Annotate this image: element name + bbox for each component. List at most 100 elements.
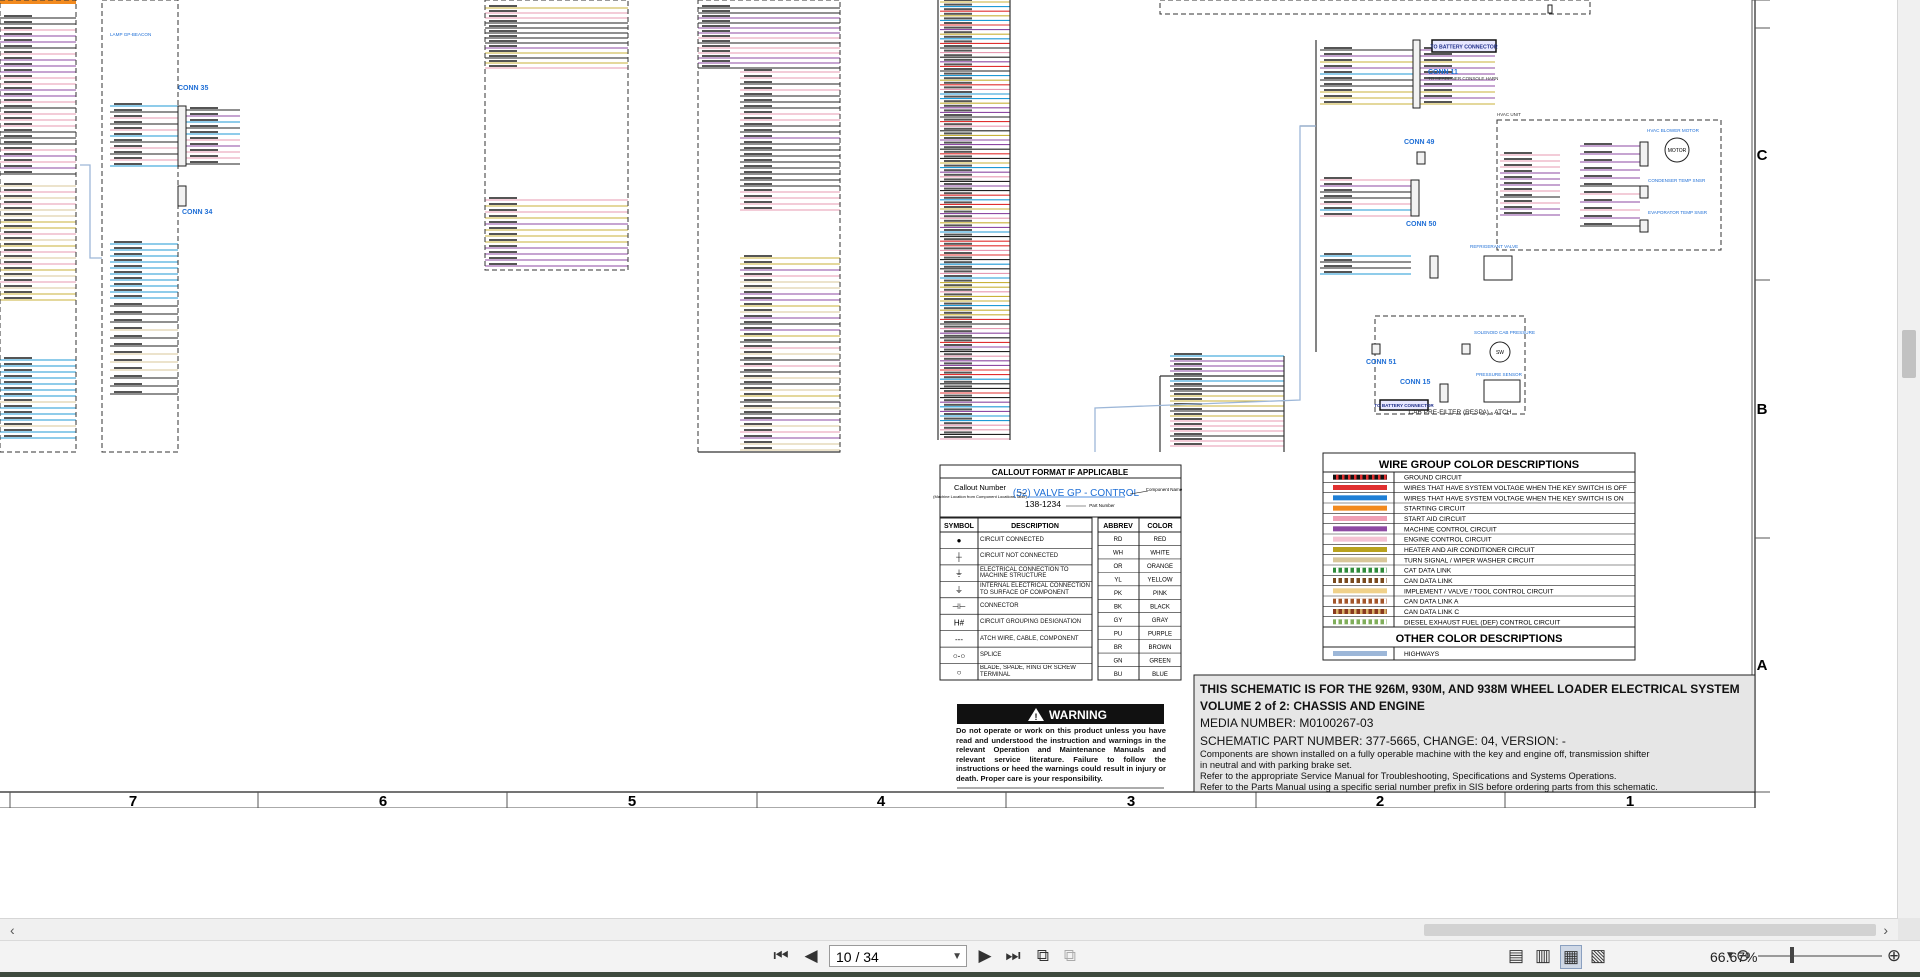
wire-color-label: STARTING CIRCUIT: [1404, 506, 1465, 513]
info-line-3: MEDIA NUMBER: M0100267-03: [1200, 716, 1374, 730]
wire-color-stripe: [1336, 567, 1339, 573]
wire-label: [1324, 95, 1352, 97]
wire-color-stripe: [1384, 619, 1387, 625]
page-dropdown-icon[interactable]: ▼: [952, 946, 962, 968]
wire-label: [190, 143, 218, 145]
wire-color-stripe: [1342, 619, 1345, 625]
info-line-4: SCHEMATIC PART NUMBER: 377-5665, CHANGE:…: [1200, 734, 1566, 748]
zoom-slider-knob[interactable]: [1790, 947, 1794, 963]
first-page-icon[interactable]: ⏮: [771, 945, 791, 967]
abbrev-color: RED: [1154, 537, 1167, 543]
horizontal-scroll-thumb[interactable]: [1424, 924, 1876, 936]
wire-label: [1424, 59, 1452, 61]
wire-label: [944, 164, 972, 167]
wire-label: [944, 408, 972, 411]
wire-label: [4, 273, 32, 275]
zoom-in-icon[interactable]: ⊕: [1884, 945, 1904, 967]
fit-icon[interactable]: ⧉: [1060, 945, 1080, 967]
wire-label: [4, 363, 32, 365]
wire-label: [1174, 398, 1202, 400]
wire-label: [944, 35, 972, 38]
facing-icon[interactable]: ▦: [1560, 945, 1582, 969]
wire-color-label: START AID CIRCUIT: [1404, 516, 1466, 523]
wire-label: [944, 146, 972, 149]
single-page-icon[interactable]: ▤: [1506, 945, 1526, 967]
wire-label: [744, 309, 772, 311]
symbol-desc-wrap: CIRCUIT CONNECTED: [980, 537, 1044, 543]
wire-label: [944, 270, 972, 273]
scroll-left-icon[interactable]: ‹: [10, 921, 15, 939]
wire-label: [744, 435, 772, 437]
wire-color-label: HEATER AND AIR CONDITIONER CIRCUIT: [1404, 547, 1535, 554]
wire-label: [1584, 143, 1612, 145]
zoom-out-icon[interactable]: ⊖: [1733, 945, 1753, 967]
wire-label: [944, 357, 972, 360]
wire-label: [1324, 101, 1352, 103]
wire-label: [744, 273, 772, 275]
wire-label: [4, 213, 32, 215]
vertical-scrollbar[interactable]: [1897, 0, 1920, 918]
wire-label: [944, 417, 972, 420]
wire-label: [744, 297, 772, 299]
wire-color-stripe: [1360, 474, 1363, 480]
wire-color-stripe: [1360, 598, 1363, 604]
wire-color-label: DIESEL EXHAUST FUEL (DEF) CONTROL CIRCUI…: [1404, 619, 1560, 626]
wire-label: [1324, 89, 1352, 91]
wire-label: [744, 117, 772, 119]
document-viewport[interactable]: C B A 7 6 5 4 3 2 1 MOTOR SW CONN 35 CON…: [0, 0, 1898, 918]
wire-label: [944, 380, 972, 383]
wire-label: [744, 357, 772, 359]
page-number-field[interactable]: 10 / 34 ▼: [829, 945, 967, 967]
wire-color-stripe: [1384, 609, 1387, 614]
continuous-icon[interactable]: ▥: [1533, 945, 1553, 967]
wire-label: [4, 135, 32, 137]
wire-label: [944, 192, 972, 195]
last-page-icon[interactable]: ⏭: [1003, 945, 1023, 967]
wire-label: [1424, 95, 1452, 97]
wire-group-title: WIRE GROUP COLOR DESCRIPTIONS: [1379, 459, 1579, 471]
wire-label: [944, 215, 972, 218]
bottom-toolbar: ⏮ ◀ 10 / 34 ▼ ▶ ⏭ ⧉ ⧉ ▤ ▥ ▦ ▧ 66.67% ▼ ⊖ …: [0, 940, 1920, 973]
wire-label: [944, 118, 972, 121]
wire-label: [114, 139, 142, 141]
row-label-c: C: [1757, 147, 1768, 164]
rotate-icon[interactable]: ⧉: [1033, 945, 1053, 967]
scroll-icon[interactable]: ▧: [1588, 945, 1608, 967]
wire-label: [944, 339, 972, 342]
wire-label: [114, 253, 142, 255]
scroll-right-icon[interactable]: ›: [1883, 921, 1888, 939]
wire-color-label: TURN SIGNAL / WIPER WASHER CIRCUIT: [1404, 557, 1534, 564]
wire-label: [114, 343, 142, 345]
wire-color-swatch: [1333, 547, 1387, 552]
wire-color-stripe: [1360, 578, 1363, 583]
symbol-glyph: H#: [954, 618, 965, 627]
wire-label: [744, 411, 772, 413]
wire-label: [489, 239, 517, 241]
wire-label: [744, 159, 772, 161]
prev-page-icon[interactable]: ◀: [801, 945, 821, 967]
wire-label: [489, 215, 517, 217]
wire-color-stripe: [1354, 578, 1357, 583]
wire-label: [744, 165, 772, 167]
zoom-slider[interactable]: [1758, 955, 1882, 957]
wire-label: [1424, 101, 1452, 103]
wire-label: [702, 45, 730, 47]
wire-label: [1324, 259, 1352, 261]
symbol-description: CIRCUIT NOT CONNECTED: [980, 553, 1059, 560]
wire-label: [1424, 89, 1452, 91]
wire-label: [114, 133, 142, 135]
symbol-desc-wrap: SPLICE: [980, 652, 1001, 658]
vertical-scroll-thumb[interactable]: [1902, 330, 1916, 378]
wire-label: [744, 81, 772, 83]
wire-label: [744, 171, 772, 173]
wire-color-stripe: [1354, 619, 1357, 625]
wire-label: [944, 353, 972, 356]
wire-label: [489, 209, 517, 211]
wire-label: [944, 196, 972, 199]
next-page-icon[interactable]: ▶: [975, 945, 995, 967]
horizontal-scrollbar[interactable]: ‹ ›: [0, 918, 1898, 941]
wire-label: [1324, 183, 1352, 185]
wire-color-stripe: [1342, 578, 1345, 583]
wire-label: [702, 55, 730, 57]
wire-label: [114, 289, 142, 291]
